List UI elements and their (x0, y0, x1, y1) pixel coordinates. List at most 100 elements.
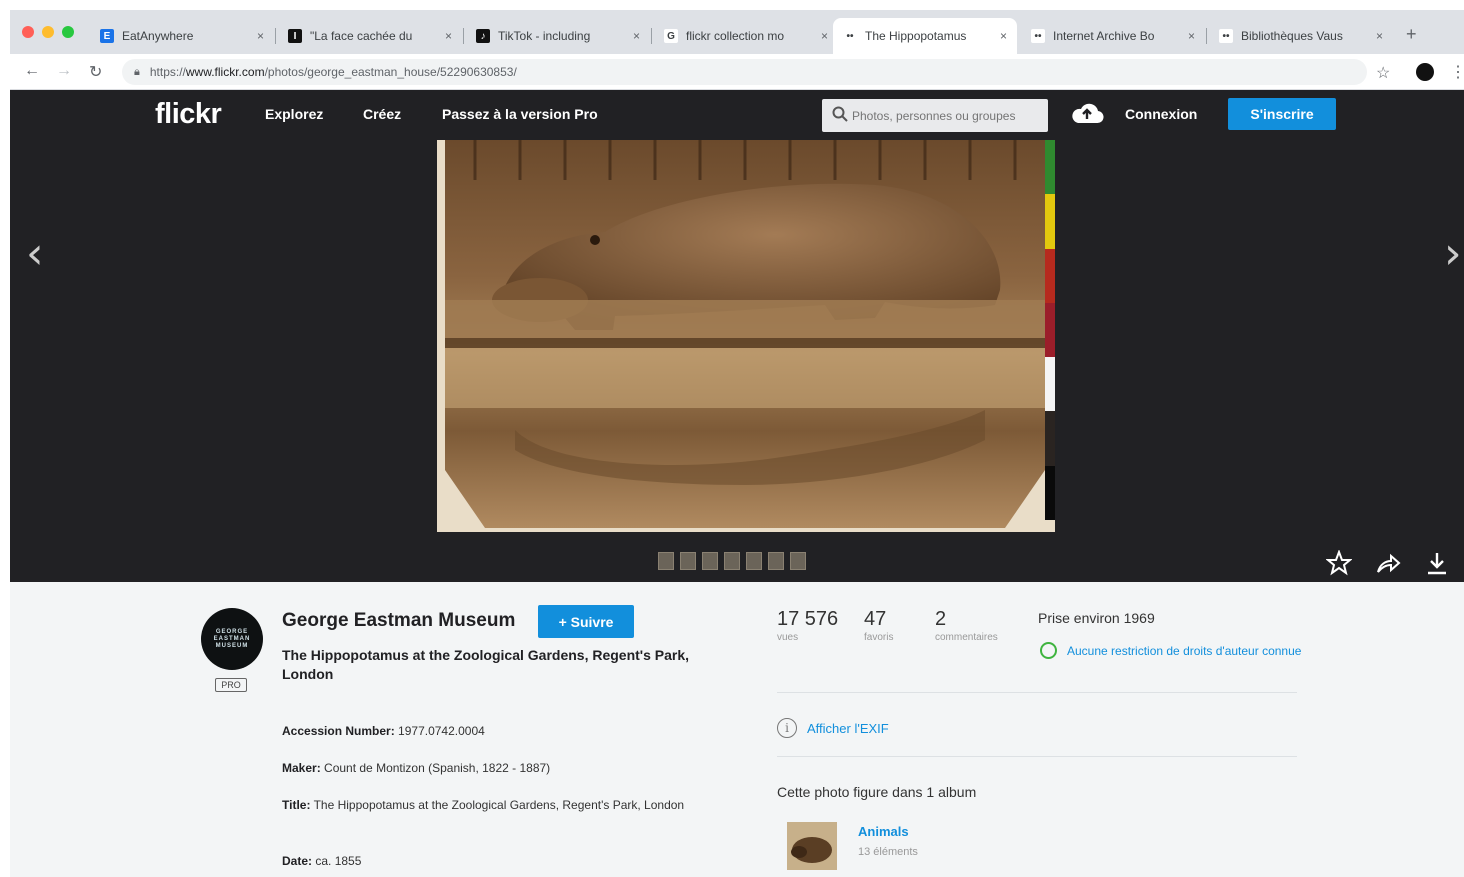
thumbnail[interactable] (768, 552, 784, 570)
url-host: www.flickr.com (185, 65, 265, 79)
calibration-swatch (1045, 465, 1055, 520)
photo-info-panel: GEORGE EASTMAN MUSEUM PRO George Eastman… (10, 582, 1464, 877)
tab-title: The Hippopotamus (865, 29, 967, 43)
new-tab-button[interactable]: + (1406, 24, 1417, 45)
thumbnail[interactable] (790, 552, 806, 570)
calibration-swatch (1045, 140, 1055, 195)
comments-label: commentaires (935, 632, 998, 643)
tab-close-icon[interactable]: × (445, 29, 452, 43)
tiktok-favicon: ♪ (476, 29, 490, 43)
calibration-swatch (1045, 411, 1055, 466)
lock-icon: 🔒︎ (134, 65, 140, 78)
thumbnail-strip[interactable] (658, 552, 838, 574)
calibration-swatch (1045, 302, 1055, 358)
browser-tab[interactable]: ♪ TikTok - including × (466, 18, 650, 54)
signup-button[interactable]: S'inscrire (1228, 98, 1336, 130)
address-bar[interactable]: 🔒︎ https:// www.flickr.com /photos/georg… (122, 59, 1367, 85)
search-box (822, 99, 1048, 132)
tab-separator (1206, 28, 1207, 44)
search-input[interactable] (852, 108, 1042, 123)
views-stat: 17 576 vues (777, 608, 838, 643)
exif-label: Afficher l'EXIF (807, 720, 889, 736)
browser-tab[interactable]: •• Internet Archive Bo × (1021, 18, 1205, 54)
tab-close-icon[interactable]: × (821, 29, 828, 43)
views-count: 17 576 (777, 608, 839, 630)
maker-label: Maker: (282, 761, 321, 775)
next-photo-arrow[interactable]: › (1444, 228, 1462, 279)
hippopotamus-photo (445, 140, 1045, 528)
extension-icon[interactable] (1416, 63, 1434, 81)
minimize-window-button[interactable] (42, 26, 54, 38)
login-link[interactable]: Connexion (1125, 106, 1197, 122)
description-title: Title: The Hippopotamus at the Zoologica… (282, 796, 712, 814)
flickr-logo[interactable]: flickr (155, 98, 222, 131)
follow-button[interactable]: + Suivre (538, 605, 634, 638)
album-name[interactable]: Animals (858, 824, 909, 839)
flickr-header: flickr Explorez Créez Passez à la versio… (10, 90, 1464, 138)
nav-create[interactable]: Créez (363, 106, 401, 122)
tab-title: EatAnywhere (122, 29, 194, 43)
divider (777, 692, 1297, 693)
pro-badge: PRO (215, 678, 247, 692)
title-value: The Hippopotamus at the Zoological Garde… (313, 798, 685, 812)
tab-close-icon[interactable]: × (1376, 29, 1383, 43)
browser-tab[interactable]: E EatAnywhere × (90, 18, 274, 54)
browser-tab[interactable]: I "La face cachée du × (278, 18, 462, 54)
tab-close-icon[interactable]: × (1188, 29, 1195, 43)
maximize-window-button[interactable] (62, 26, 74, 38)
previous-photo-arrow[interactable]: ‹ (26, 228, 44, 279)
views-label: vues (777, 632, 799, 643)
browser-tab[interactable]: Gflickr collection mo × (654, 18, 838, 54)
browser-tab[interactable]: •• The Hippopotamus × (833, 18, 1017, 54)
comments-stat: 2 commentaires (935, 608, 998, 643)
nav-pro[interactable]: Passez à la version Pro (442, 106, 598, 122)
owner-avatar[interactable]: GEORGE EASTMAN MUSEUM (201, 608, 263, 670)
tab-close-icon[interactable]: × (257, 29, 264, 43)
accession-number: Accession Number: 1977.0742.0004 (282, 722, 712, 740)
nav-explore[interactable]: Explorez (265, 106, 323, 122)
license-circle-icon (1040, 642, 1057, 659)
browser-toolbar: ← → ↻ 🔒︎ https:// www.flickr.com /photos… (10, 54, 1464, 90)
tab-bar: E EatAnywhere × I "La face cachée du × ♪ TikTok… (10, 10, 1464, 54)
thumbnail[interactable] (724, 552, 740, 570)
exif-link[interactable]: i Afficher l'EXIF (777, 718, 889, 738)
album-heading: Cette photo figure dans 1 album (777, 784, 977, 800)
reload-icon[interactable]: ↻ (89, 62, 102, 82)
eatanywhere-favicon: E (100, 29, 114, 43)
album-thumbnail[interactable] (787, 822, 837, 870)
forward-icon[interactable]: → (56, 62, 72, 80)
browser-tab[interactable]: •• Bibliothèques Vaus × (1209, 18, 1393, 54)
share-icon[interactable] (1375, 550, 1401, 576)
flickr-favicon: •• (1031, 29, 1045, 43)
taken-date: Prise environ 1969 (1038, 610, 1155, 626)
calibration-swatch (1045, 357, 1055, 412)
flickr-favicon: •• (1219, 29, 1233, 43)
faves-stat: 47 favoris (864, 608, 893, 643)
tab-close-icon[interactable]: × (1000, 29, 1007, 43)
calibration-swatch (1045, 248, 1055, 303)
tab-separator (651, 28, 652, 44)
bookmark-star-icon[interactable]: ☆ (1376, 63, 1390, 83)
thumbnail[interactable] (702, 552, 718, 570)
download-icon[interactable] (1424, 550, 1450, 576)
avatar-text-line: MUSEUM (215, 642, 249, 649)
main-photo[interactable] (437, 140, 1055, 532)
thumbnail[interactable] (746, 552, 762, 570)
tab-close-icon[interactable]: × (633, 29, 640, 43)
calibration-swatch (1045, 194, 1055, 249)
thumbnail[interactable] (680, 552, 696, 570)
google-favicon: G (664, 29, 678, 43)
close-window-button[interactable] (22, 26, 34, 38)
upload-cloud-icon[interactable] (1070, 102, 1104, 124)
tab-title: Bibliothèques Vaus (1241, 29, 1343, 43)
license-link[interactable]: Aucune restriction de droits d'auteur co… (1040, 642, 1301, 659)
article-favicon: I (288, 29, 302, 43)
info-icon: i (777, 718, 797, 738)
comments-count: 2 (935, 608, 947, 630)
back-icon[interactable]: ← (24, 62, 40, 80)
browser-menu-icon[interactable]: ⋮ (1450, 62, 1464, 82)
owner-name[interactable]: George Eastman Museum (282, 610, 515, 632)
search-icon[interactable] (832, 106, 852, 125)
favorite-star-icon[interactable] (1326, 550, 1352, 576)
thumbnail[interactable] (658, 552, 674, 570)
